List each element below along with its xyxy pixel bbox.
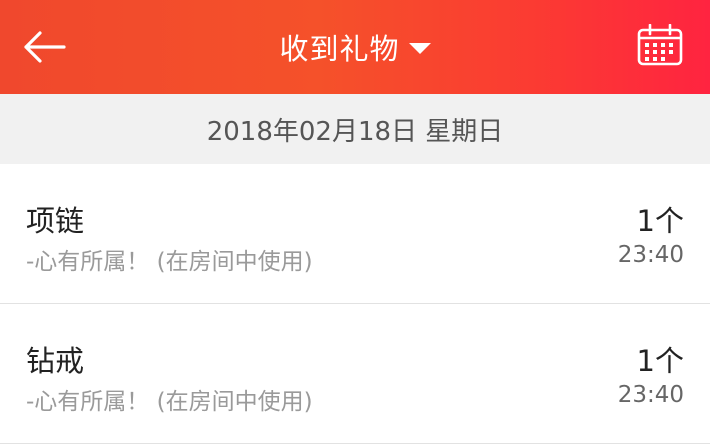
title-container: 收到礼物 [0,0,710,94]
title-dropdown[interactable]: 收到礼物 [279,26,431,68]
gift-list: 项链 -心有所属！ (在房间中使用) 1个 23:40 钻戒 -心有所属！ (在… [0,164,710,444]
gift-time: 23:40 [617,242,684,268]
gift-time: 23:40 [617,382,684,408]
gift-name: 钻戒 [26,344,85,378]
caret-down-icon [408,42,431,54]
gift-count: 1个 [636,204,684,238]
divider [0,443,710,444]
page-title: 收到礼物 [279,32,400,66]
gift-description: -心有所属！ (在房间中使用) [26,249,313,275]
gift-name: 项链 [26,204,85,238]
calendar-icon [637,24,683,66]
gift-description: -心有所属！ (在房间中使用) [26,389,313,415]
calendar-button[interactable] [630,18,690,72]
list-item[interactable]: 钻戒 -心有所属！ (在房间中使用) 1个 23:40 [0,304,710,444]
gift-count: 1个 [636,344,684,378]
date-bar: 2018年02月18日 星期日 [0,94,710,164]
date-label: 2018年02月18日 星期日 [206,116,504,147]
list-item[interactable]: 项链 -心有所属！ (在房间中使用) 1个 23:40 [0,164,710,304]
top-nav-bar: 收到礼物 [0,0,710,94]
